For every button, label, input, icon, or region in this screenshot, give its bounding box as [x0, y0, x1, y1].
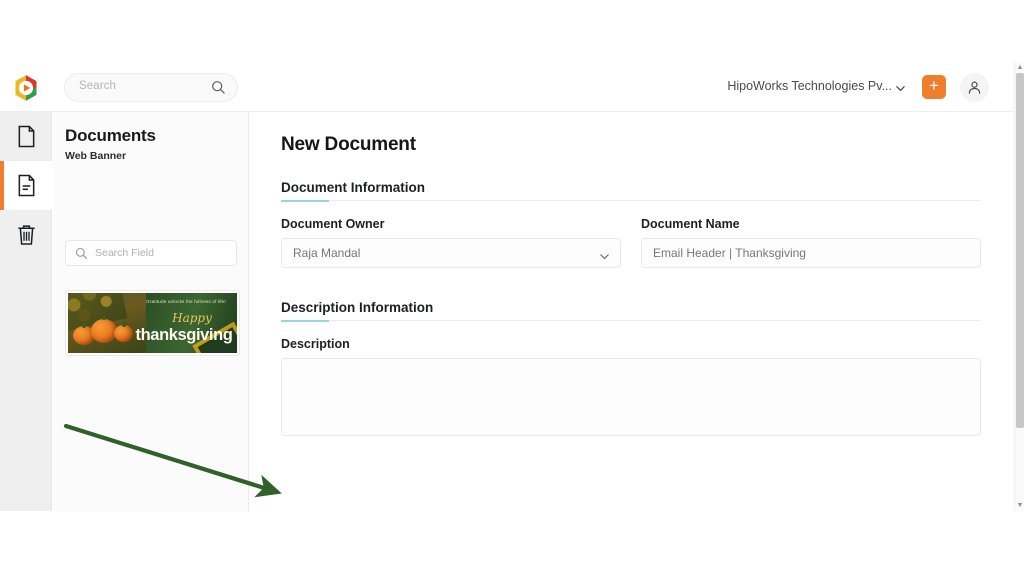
icon-rail-sidebar — [0, 112, 52, 511]
document-name-input[interactable]: Email Header | Thanksgiving — [641, 238, 981, 268]
panel-search-input[interactable]: Search Field — [65, 240, 237, 266]
documents-panel: Documents Web Banner Search Field Gratit… — [53, 112, 249, 511]
section-document-information: Document Information — [281, 180, 981, 202]
field-document-name: Document Name Email Header | Thanksgivin… — [641, 217, 981, 268]
page-title: New Document — [281, 134, 416, 155]
section-label: Description Information — [281, 300, 434, 315]
field-document-owner: Document Owner Raja Mandal — [281, 217, 621, 268]
banner-tagline: Gratitude unlocks the fullness of life! — [146, 299, 226, 304]
document-name-value: Email Header | Thanksgiving — [653, 246, 806, 260]
person-icon — [968, 81, 981, 94]
sidebar-item-documents-list[interactable] — [0, 161, 52, 210]
field-label: Document Owner — [281, 217, 385, 231]
trash-icon — [18, 225, 35, 245]
main-content: New Document Document Information Docume… — [250, 112, 1014, 511]
chevron-down-icon[interactable] — [895, 81, 906, 99]
section-description-information: Description Information — [281, 300, 981, 322]
scroll-up-arrow-icon[interactable]: ▲ — [1015, 62, 1024, 73]
field-description: Description — [281, 337, 981, 436]
panel-subtitle: Web Banner — [65, 150, 127, 162]
top-header: Search HipoWorks Technologies Pv... + — [0, 62, 1014, 112]
search-icon — [75, 247, 88, 265]
field-label: Document Name — [641, 217, 740, 231]
document-owner-value: Raja Mandal — [293, 246, 361, 260]
vertical-scrollbar[interactable]: ▲ ▼ — [1014, 62, 1024, 511]
hexagon-play-logo-icon[interactable] — [11, 73, 41, 103]
panel-search-placeholder: Search Field — [95, 247, 154, 259]
application-window: Search HipoWorks Technologies Pv... + Do… — [0, 62, 1024, 511]
banner-preview: Gratitude unlocks the fullness of life! … — [68, 293, 237, 353]
panel-title: Documents — [65, 126, 156, 145]
scroll-down-arrow-icon[interactable]: ▼ — [1015, 500, 1024, 511]
sidebar-item-trash[interactable] — [0, 210, 52, 259]
description-textarea[interactable] — [281, 358, 981, 436]
global-search-placeholder: Search — [79, 80, 117, 92]
pumpkin-stem-icon — [82, 323, 86, 328]
section-divider — [281, 320, 981, 322]
chevron-down-icon — [599, 249, 610, 267]
field-label: Description — [281, 337, 350, 351]
web-banner-thumbnail[interactable]: Gratitude unlocks the fullness of life! … — [65, 290, 240, 356]
organization-name[interactable]: HipoWorks Technologies Pv... — [727, 79, 892, 93]
sidebar-item-documents-blank[interactable] — [0, 112, 52, 161]
section-label: Document Information — [281, 180, 425, 195]
pumpkin-icon — [91, 319, 117, 343]
user-avatar-button[interactable] — [960, 73, 989, 102]
section-divider — [281, 200, 981, 202]
file-text-icon — [18, 174, 35, 197]
document-owner-select[interactable]: Raja Mandal — [281, 238, 621, 268]
screenshot-canvas: Search HipoWorks Technologies Pv... + Do… — [0, 0, 1024, 576]
search-icon — [211, 80, 226, 100]
pumpkin-stem-icon — [102, 315, 106, 320]
scrollbar-thumb[interactable] — [1016, 73, 1024, 428]
global-search-input[interactable]: Search — [64, 73, 238, 102]
file-blank-icon — [18, 125, 35, 148]
banner-headline: thanksgiving — [135, 326, 233, 344]
banner-script-word: Happy — [172, 311, 212, 325]
add-new-button[interactable]: + — [922, 75, 946, 99]
